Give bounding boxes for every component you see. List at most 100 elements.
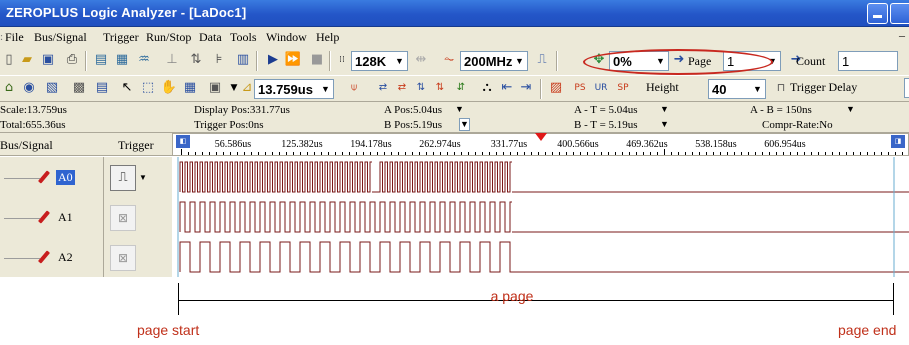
pen-icon[interactable] (37, 250, 51, 264)
trigger-delay-input[interactable] (904, 78, 909, 98)
signal-name[interactable]: A2 (56, 250, 75, 265)
trigger-rise-icon[interactable]: ⊥ (163, 51, 181, 69)
bus-c-icon[interactable]: ⇅ (412, 79, 430, 97)
select-icon[interactable]: ⬚ (139, 79, 157, 97)
search-prev-icon[interactable]: ⇤ (498, 79, 516, 97)
menu-file[interactable]: File (5, 30, 24, 45)
bus-e-icon[interactable]: ⇵ (452, 79, 470, 97)
ruler-tick (461, 152, 462, 155)
stop-icon[interactable]: ■ (308, 51, 326, 69)
new-file-icon[interactable]: ▯ (0, 51, 18, 69)
report-icon[interactable]: ▨ (547, 79, 565, 97)
print-icon[interactable]: ⎙ (63, 51, 81, 69)
signal-row[interactable]: A2 ⊠ (0, 237, 172, 277)
trigger-header[interactable]: Trigger (118, 138, 154, 153)
cursor-icon[interactable]: ▧ (43, 79, 61, 97)
ruler-tick (258, 152, 259, 155)
filter-icon[interactable]: ⍦ (345, 79, 363, 97)
scale-select[interactable]: 13.759us ▼ (254, 79, 334, 99)
bus-edit-icon[interactable]: ▦ (113, 51, 131, 69)
a-minus-t-dropdown-icon[interactable]: ▼ (660, 104, 669, 114)
a-minus-b-dropdown-icon[interactable]: ▼ (846, 104, 855, 114)
trigger-list-icon[interactable]: ▥ (234, 51, 252, 69)
chevron-down-icon[interactable]: ▼ (512, 52, 527, 70)
time-ruler[interactable]: ◧ ◨ 56.586us 125.382us 194.178us 262.974us 3… (172, 133, 909, 156)
chevron-down-icon[interactable]: ▼ (392, 52, 407, 70)
dont-care-trigger-icon[interactable]: ⊠ (110, 245, 136, 271)
calendar-icon[interactable]: ▦ (181, 79, 199, 97)
ruler-tick (468, 152, 469, 155)
trigger-marker-icon[interactable] (535, 133, 547, 141)
chevron-down-icon[interactable]: ▼ (139, 173, 147, 182)
chevron-down-icon[interactable]: ▼ (318, 80, 333, 98)
bus-property-icon[interactable]: ♒ (135, 51, 153, 69)
pointer-icon[interactable]: ↖ (118, 79, 136, 97)
run-icon[interactable]: ▶ (264, 51, 282, 69)
memory-depth-select[interactable]: 128K ▼ (351, 51, 408, 71)
b-minus-t-dropdown-icon[interactable]: ▼ (660, 119, 669, 129)
signal-name[interactable]: A0 (56, 170, 75, 185)
bus-a-icon[interactable]: ⇄ (374, 79, 392, 97)
bus-add-icon[interactable]: ▤ (92, 51, 110, 69)
b-pos-dropdown-icon[interactable]: ▼ (459, 118, 470, 131)
hand-icon[interactable]: ✋ (160, 79, 178, 97)
menu-trigger[interactable]: Trigger (103, 30, 139, 45)
ruler-tick (419, 152, 420, 155)
table-icon[interactable]: ▤ (93, 79, 111, 97)
ruler-end-badge-icon[interactable]: ◨ (891, 135, 905, 148)
help-icon[interactable]: ◉ (20, 79, 38, 97)
compress-icon[interactable]: ⇹ (412, 51, 430, 69)
ruler-tick (643, 152, 644, 155)
page-select[interactable]: 1 ▼ (723, 51, 781, 71)
ruler-tick (790, 152, 791, 155)
mdi-minimize-icon[interactable]: – (899, 28, 905, 43)
pen-icon[interactable] (37, 210, 51, 224)
menu-help[interactable]: Help (316, 30, 339, 45)
sample-rate-select[interactable]: 200MHz ▼ (460, 51, 528, 71)
run-repeat-icon[interactable]: ⏩ (284, 51, 302, 69)
trigger-setup-icon[interactable]: ⊧ (210, 51, 228, 69)
ruler-tick (664, 149, 665, 155)
signal-name[interactable]: A1 (56, 210, 75, 225)
open-folder-icon[interactable]: ▰ (18, 51, 36, 69)
compare-icon[interactable]: UR (592, 79, 610, 97)
spi-icon[interactable]: SP (614, 79, 632, 97)
binoculars-icon[interactable]: ⛬ (478, 79, 496, 97)
grid-icon[interactable]: ▩ (70, 79, 88, 97)
chevron-down-icon[interactable]: ▼ (653, 52, 668, 70)
chevron-down-icon[interactable]: ▼ (750, 80, 765, 98)
home-icon[interactable]: ⌂ (0, 79, 18, 97)
waveform-area[interactable] (172, 157, 909, 277)
bus-d-icon[interactable]: ⇅ (431, 79, 449, 97)
maximize-button[interactable] (890, 3, 909, 24)
bus-signal-header[interactable]: Bus/Signal (0, 138, 53, 153)
height-select[interactable]: 40 ▼ (708, 79, 766, 99)
bus-b-icon[interactable]: ⇄ (393, 79, 411, 97)
signal-row[interactable]: A0 ⎍ ▼ (0, 157, 172, 197)
edge-trigger-icon[interactable]: ⎍ (110, 165, 136, 191)
search-next-icon[interactable]: ⇥ (517, 79, 535, 97)
a-pos-dropdown-icon[interactable]: ▼ (455, 104, 464, 114)
menu-run-stop[interactable]: Run/Stop (146, 30, 191, 45)
waveform-canvas[interactable] (172, 157, 909, 277)
dont-care-trigger-icon[interactable]: ⊠ (110, 205, 136, 231)
menu-window[interactable]: Window (266, 30, 307, 45)
ruler-tick (615, 152, 616, 155)
minimize-button[interactable] (867, 3, 888, 24)
zoom-percent-select[interactable]: 0% ▼ (609, 51, 669, 71)
ruler-start-badge-icon[interactable]: ◧ (176, 135, 190, 148)
pattern-icon[interactable]: ▣ (206, 79, 224, 97)
menu-bus-signal[interactable]: Bus/Signal (34, 30, 87, 45)
clock-icon[interactable]: ⎍ (533, 51, 551, 69)
count-input[interactable]: 1 (838, 51, 898, 71)
memory-depth-icon: ⁞⁞ (339, 55, 345, 65)
chevron-down-icon[interactable]: ▼ (765, 52, 780, 70)
pen-icon[interactable] (37, 170, 51, 184)
menu-tools[interactable]: Tools (230, 30, 257, 45)
export-icon[interactable]: PS (571, 79, 589, 97)
trigger-fall-icon[interactable]: ⇅ (187, 51, 205, 69)
save-icon[interactable]: ▣ (39, 51, 57, 69)
menu-data[interactable]: Data (199, 30, 222, 45)
signal-row[interactable]: A1 ⊠ (0, 197, 172, 237)
ruler-tick (370, 152, 371, 155)
